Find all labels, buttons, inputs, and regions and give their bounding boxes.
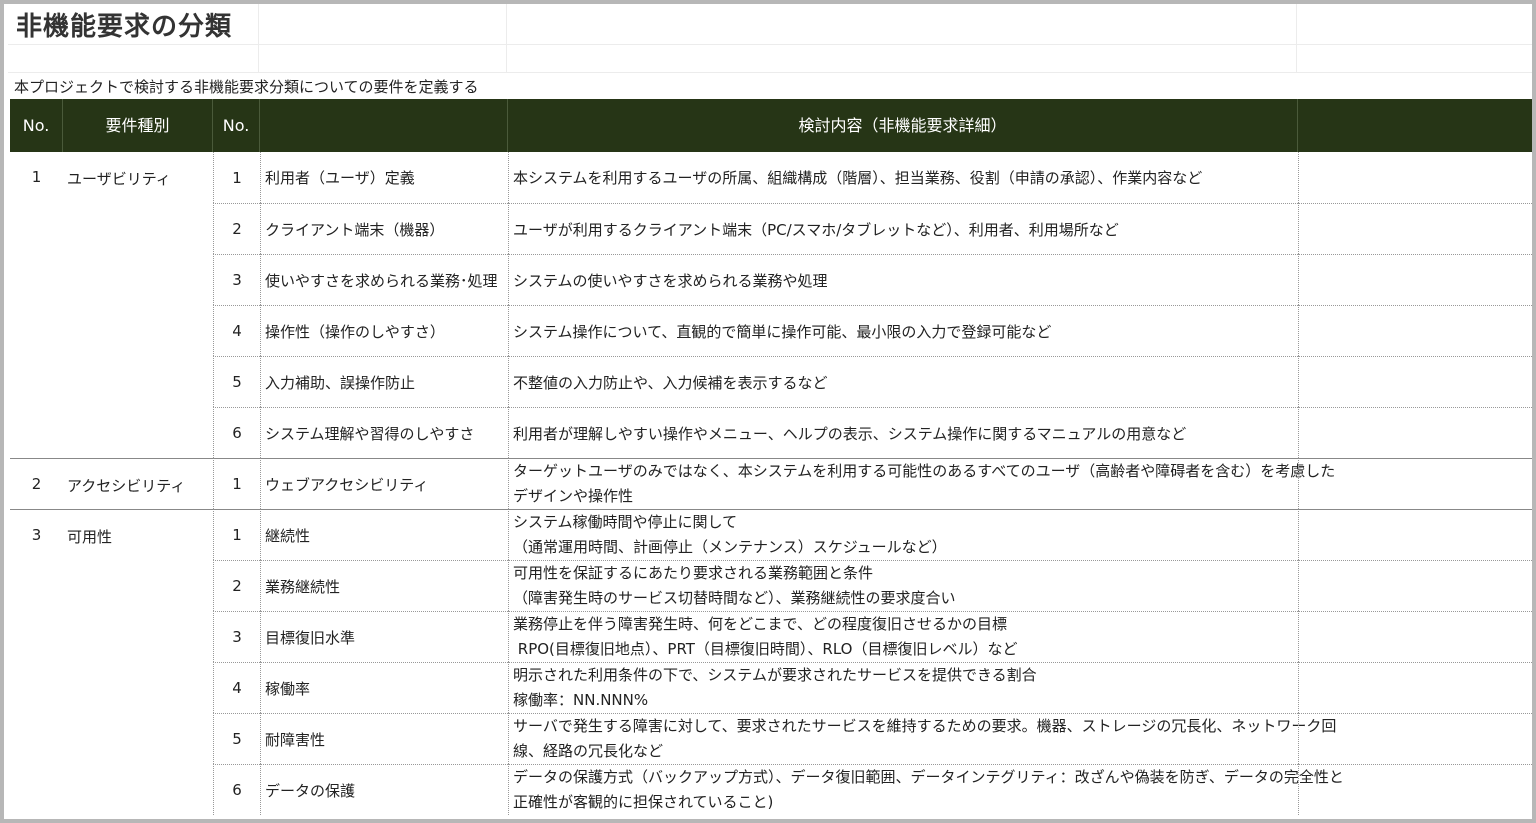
row-item: データの保護 — [260, 764, 508, 815]
row-extra — [1298, 764, 1532, 815]
row-item: 継続性 — [260, 509, 508, 560]
row-detail-line: （障害発生時のサービス切替時間など）、業務継続性の要求度合い — [513, 589, 956, 607]
row-detail: システム操作について、直観的で簡単に操作可能、最小限の入力で登録可能など — [508, 305, 1298, 356]
row-item: システム理解や習得のしやすさ — [260, 407, 508, 458]
row-detail: 可用性を保証するにあたり要求される業務範囲と条件 （障害発生時のサービス切替時間な… — [508, 560, 1298, 611]
row-detail: ユーザが利用するクライアント端末（PC/スマホ/タブレットなど）、利用者、利用場… — [508, 203, 1298, 254]
row-detail: 明示された利用条件の下で、システムが要求されたサービスを提供できる割合 稼働率：N… — [508, 662, 1298, 713]
row-detail-line: 業務停止を伴う障害発生時、何をどこまで、どの程度復旧させるかの目標 — [513, 615, 1007, 633]
row-detail-line: ユーザが利用するクライアント端末（PC/スマホ/タブレットなど）、利用者、利用場… — [513, 220, 1119, 239]
row-sub-no: 1 — [213, 152, 260, 203]
row-detail: サーバで発生する障害に対して、要求されたサービスを維持するための要求。機器、スト… — [508, 713, 1337, 764]
row-extra — [1298, 356, 1532, 407]
row-sub-no: 4 — [213, 662, 260, 713]
row-extra — [1298, 203, 1532, 254]
title-row: 非機能要求の分類 — [8, 4, 1532, 45]
row-detail-line: 不整値の入力防止や、入力候補を表示するなど — [513, 373, 828, 392]
row-extra — [1298, 407, 1532, 458]
table-row: 5 耐障害性 サーバで発生する障害に対して、要求されたサービスを維持するための要求。… — [10, 713, 1532, 764]
row-detail: 業務停止を伴う障害発生時、何をどこまで、どの程度復旧させるかの目標 RPO(目標… — [508, 611, 1298, 662]
blank-row — [8, 44, 1532, 73]
row-item: 利用者（ユーザ）定義 — [260, 152, 508, 203]
row-extra — [1298, 305, 1532, 356]
table-row: 2 クライアント端末（機器） ユーザが利用するクライアント端末（PC/スマホ/タブレ… — [10, 203, 1532, 254]
spreadsheet-sheet: 非機能要求の分類 本プロジェクトで検討する非機能要求分類についての要件を定義する… — [0, 0, 1536, 823]
row-detail-line: システムの使いやすさを求められる業務や処理 — [513, 271, 828, 290]
table-row: 1 ウェブアクセシビリティ ターゲットユーザのみではなく、本システムを利用する可能性… — [10, 458, 1532, 509]
row-detail-line: 利用者が理解しやすい操作やメニュー、ヘルプの表示、システム操作に関するマニュアル… — [513, 424, 1187, 443]
table-row: 4 操作性（操作のしやすさ） システム操作について、直観的で簡単に操作可能、最小限の… — [10, 305, 1532, 356]
table-header: No. 要件種別 No. 検討内容（非機能要求詳細） — [10, 99, 1532, 152]
row-item: 業務継続性 — [260, 560, 508, 611]
row-extra — [1298, 662, 1532, 713]
header-detail: 検討内容（非機能要求詳細） — [508, 99, 1298, 152]
table-row: 3 目標復旧水準 業務停止を伴う障害発生時、何をどこまで、どの程度復旧させるかの目標… — [10, 611, 1532, 662]
row-detail: 不整値の入力防止や、入力候補を表示するなど — [508, 356, 1298, 407]
row-detail-line: システム操作について、直観的で簡単に操作可能、最小限の入力で登録可能など — [513, 322, 1052, 341]
row-sub-no: 6 — [213, 764, 260, 815]
row-detail-line: システム稼働時間や停止に関して — [513, 513, 738, 531]
row-sub-no: 3 — [213, 254, 260, 305]
row-extra — [1298, 458, 1532, 509]
row-sub-no: 6 — [213, 407, 260, 458]
table-row: 1 継続性 システム稼働時間や停止に関して （通常運用時間、計画停止（メンテナンス）ス… — [10, 509, 1532, 560]
row-item: 稼働率 — [260, 662, 508, 713]
header-no: No. — [10, 99, 63, 152]
table-row: 4 稼働率 明示された利用条件の下で、システムが要求されたサービスを提供できる割合稼… — [10, 662, 1532, 713]
row-extra — [1298, 560, 1532, 611]
row-extra — [1298, 509, 1532, 560]
row-sub-no: 5 — [213, 356, 260, 407]
table-row: 3 使いやすさを求められる業務･処理 システムの使いやすさを求められる業務や処理 — [10, 254, 1532, 305]
row-detail: システムの使いやすさを求められる業務や処理 — [508, 254, 1298, 305]
row-sub-no: 5 — [213, 713, 260, 764]
header-category: 要件種別 — [63, 99, 213, 152]
row-sub-no: 1 — [213, 509, 260, 560]
row-detail: 利用者が理解しやすい操作やメニュー、ヘルプの表示、システム操作に関するマニュアル… — [508, 407, 1298, 458]
row-detail-line: 本システムを利用するユーザの所属、組織構成（階層）、担当業務、役割（申請の承認）… — [513, 169, 1203, 187]
row-detail-line: RPO(目標復旧地点）、PRT（目標復旧時間）、RLO（目標復旧レベル）など — [513, 640, 1018, 658]
row-detail-line: ターゲットユーザのみではなく、本システムを利用する可能性のあるすべてのユーザ（高… — [513, 462, 1336, 480]
row-detail-line: 正確性が客観的に担保されていること) — [513, 793, 774, 811]
table-row: 5 入力補助、誤操作防止 不整値の入力防止や、入力候補を表示するなど — [10, 356, 1532, 407]
row-sub-no: 3 — [213, 611, 260, 662]
row-detail-line: 明示された利用条件の下で、システムが要求されたサービスを提供できる割合 — [513, 666, 1037, 684]
header-sub-no: No. — [213, 99, 260, 152]
row-detail: データの保護方式（バックアップ方式）、データ復旧範囲、データインテグリティ：改ざ… — [508, 764, 1344, 815]
row-item: 操作性（操作のしやすさ） — [260, 305, 508, 356]
row-detail-line: 稼働率：NN.NNN% — [513, 691, 649, 709]
row-detail-line: 可用性を保証するにあたり要求される業務範囲と条件 — [513, 564, 874, 582]
row-extra — [1298, 713, 1532, 764]
row-extra — [1298, 611, 1532, 662]
row-item: 使いやすさを求められる業務･処理 — [260, 254, 508, 305]
row-sub-no: 1 — [213, 458, 260, 509]
table-row: 2 業務継続性 可用性を保証するにあたり要求される業務範囲と条件 （障害発生時のサービ… — [10, 560, 1532, 611]
row-detail-line: データの保護方式（バックアップ方式）、データ復旧範囲、データインテグリティ：改ざ… — [513, 768, 1344, 786]
row-item: 耐障害性 — [260, 713, 508, 764]
row-sub-no: 2 — [213, 560, 260, 611]
row-sub-no: 2 — [213, 203, 260, 254]
header-item — [260, 99, 508, 152]
row-detail: 本システムを利用するユーザの所属、組織構成（階層）、担当業務、役割（申請の承認）… — [508, 152, 1298, 203]
row-extra — [1298, 152, 1532, 203]
sheet-subtitle: 本プロジェクトで検討する非機能要求分類についての要件を定義する — [14, 78, 479, 96]
row-extra — [1298, 254, 1532, 305]
row-detail-line: （通常運用時間、計画停止（メンテナンス）スケジュールなど） — [513, 538, 947, 556]
table-row: 6 システム理解や習得のしやすさ 利用者が理解しやすい操作やメニュー、ヘルプの表示、… — [10, 407, 1532, 458]
row-detail: システム稼働時間や停止に関して （通常運用時間、計画停止（メンテナンス）スケジュー… — [508, 509, 1298, 560]
table-row: 6 データの保護 データの保護方式（バックアップ方式）、データ復旧範囲、データインテ… — [10, 764, 1532, 815]
row-detail-line: 線、経路の冗長化など — [513, 742, 664, 760]
requirements-table: No. 要件種別 No. 検討内容（非機能要求詳細） 1 ユーザビリティ 1 利用者（… — [10, 99, 1532, 815]
row-detail-line: サーバで発生する障害に対して、要求されたサービスを維持するための要求。機器、スト… — [513, 717, 1337, 735]
row-item: クライアント端末（機器） — [260, 203, 508, 254]
row-item: 目標復旧水準 — [260, 611, 508, 662]
row-detail: ターゲットユーザのみではなく、本システムを利用する可能性のあるすべてのユーザ（高… — [508, 458, 1336, 509]
row-item: 入力補助、誤操作防止 — [260, 356, 508, 407]
row-item: ウェブアクセシビリティ — [260, 458, 508, 509]
table-row: 1 利用者（ユーザ）定義 本システムを利用するユーザの所属、組織構成（階層）、担当業… — [10, 152, 1532, 203]
sheet-title: 非機能要求の分類 — [16, 12, 233, 42]
row-detail-line: デザインや操作性 — [513, 487, 634, 505]
row-sub-no: 4 — [213, 305, 260, 356]
header-extra — [1298, 99, 1532, 152]
